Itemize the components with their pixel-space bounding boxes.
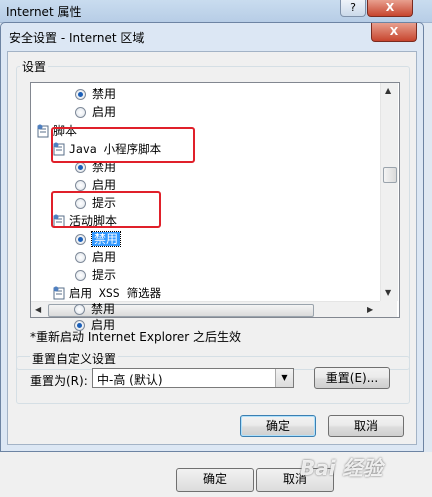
restart-note: *重新启动 Internet Explorer 之后生效 bbox=[30, 330, 242, 344]
settings-group-label: 设置 bbox=[20, 58, 49, 75]
radio-option[interactable]: 启用 bbox=[75, 249, 116, 265]
radio-option-selected[interactable]: 禁用 bbox=[75, 231, 122, 247]
baidu-watermark: Bai 经验 bbox=[300, 456, 383, 480]
radio-option-label: 启用 bbox=[92, 105, 117, 119]
reset-level-dropdown[interactable]: 中-高 (默认) ▼ bbox=[92, 368, 294, 388]
settings-gear-icon bbox=[37, 124, 49, 138]
radio-option[interactable]: 禁用 bbox=[74, 301, 115, 317]
tree-setting-label: 启用 XSS 筛选器 bbox=[69, 286, 162, 300]
settings-gear-icon bbox=[53, 286, 65, 300]
radio-option-label: 禁用 bbox=[92, 87, 117, 101]
scroll-up-arrow-icon[interactable]: ▲ bbox=[385, 86, 391, 95]
dialog-title: 安全设置 - Internet 区域 bbox=[9, 31, 145, 45]
tree-setting-xss-filter[interactable]: 启用 XSS 筛选器 bbox=[53, 285, 161, 301]
radio-option-label: 禁用 bbox=[90, 231, 122, 247]
radio-option-label: 禁用 bbox=[91, 302, 116, 316]
vertical-scrollbar[interactable]: ▲ ▼ bbox=[380, 83, 398, 301]
radio-button[interactable] bbox=[75, 107, 86, 118]
dialog-close-button[interactable]: X bbox=[371, 23, 417, 42]
reset-to-label: 重置为(R): bbox=[30, 374, 88, 388]
radio-button[interactable] bbox=[75, 252, 86, 263]
radio-option[interactable]: 提示 bbox=[75, 267, 116, 283]
radio-button[interactable] bbox=[75, 180, 86, 191]
scrollbar-corner bbox=[380, 301, 397, 317]
reset-group-title: 重置自定义设置 bbox=[30, 350, 119, 367]
cancel-button[interactable]: 取消 bbox=[328, 415, 404, 437]
highlight-box-java-applet bbox=[51, 127, 195, 163]
radio-option[interactable]: 启用 bbox=[75, 104, 116, 120]
radio-option-label: 启用 bbox=[92, 178, 117, 192]
scroll-down-arrow-icon[interactable]: ▼ bbox=[385, 288, 391, 297]
radio-button[interactable] bbox=[74, 304, 85, 315]
radio-option-label: 提示 bbox=[92, 268, 117, 282]
reset-level-value: 中-高 (默认) bbox=[97, 373, 163, 387]
scroll-left-arrow-icon[interactable]: ◀ bbox=[35, 305, 41, 314]
parent-close-button[interactable]: X bbox=[367, 0, 413, 17]
scroll-right-arrow-icon[interactable]: ▶ bbox=[367, 305, 373, 314]
radio-button[interactable] bbox=[75, 270, 86, 281]
highlight-box-active-scripting bbox=[51, 191, 161, 228]
radio-button-checked[interactable] bbox=[75, 89, 86, 100]
reset-button[interactable]: 重置(E)... bbox=[314, 367, 390, 389]
ok-button[interactable]: 确定 bbox=[240, 415, 316, 437]
parent-help-button[interactable]: ? bbox=[340, 0, 366, 17]
dialog-client-area: 设置 禁用 启用 脚本 Java 小程序脚本 禁用 启用 提示 活动脚本 禁用 … bbox=[7, 51, 417, 445]
radio-button-checked[interactable] bbox=[75, 162, 86, 173]
parent-window-title: Internet 属性 bbox=[6, 5, 82, 19]
radio-option[interactable]: 禁用 bbox=[75, 86, 116, 102]
radio-option-label: 启用 bbox=[92, 250, 117, 264]
chevron-down-icon[interactable]: ▼ bbox=[275, 369, 293, 387]
parent-ok-button[interactable]: 确定 bbox=[176, 468, 254, 492]
security-settings-dialog: 安全设置 - Internet 区域 X 设置 禁用 启用 脚本 Java 小程… bbox=[0, 22, 424, 452]
radio-button-checked[interactable] bbox=[75, 234, 86, 245]
vertical-scroll-thumb[interactable] bbox=[383, 167, 397, 183]
dialog-titlebar: 安全设置 - Internet 区域 bbox=[1, 23, 423, 49]
